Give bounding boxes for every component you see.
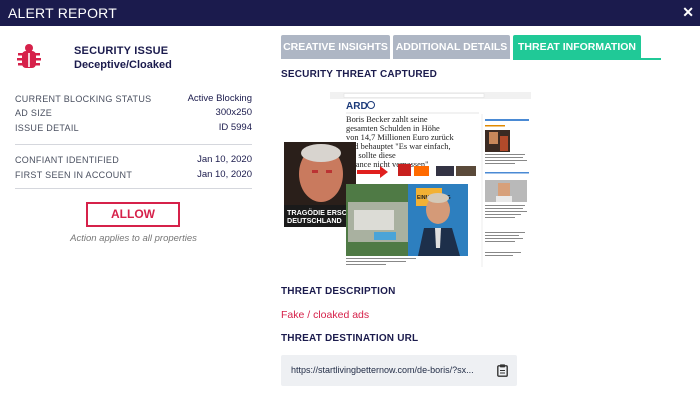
detail-value: 300x250 <box>215 107 252 118</box>
title-bar: ALERT REPORT ✕ <box>0 0 700 26</box>
active-tab-underline <box>513 58 661 60</box>
detail-value: ID 5994 <box>218 122 252 133</box>
threat-description-heading: THREAT DESCRIPTION <box>281 286 396 297</box>
svg-text:und behauptet "Es war einfach,: und behauptet "Es war einfach, <box>346 142 451 151</box>
date-value: Jan 10, 2020 <box>197 154 252 165</box>
tab-creative-insights[interactable]: CREATIVE INSIGHTS <box>281 35 390 59</box>
issue-subtitle: Deceptive/Cloaked <box>74 59 172 71</box>
threat-description: Fake / cloaked ads <box>281 309 370 321</box>
detail-label: AD SIZE <box>15 108 53 118</box>
detail-row-issue-detail: ISSUE DETAIL ID 5994 <box>15 121 252 135</box>
threat-captured-heading: SECURITY THREAT CAPTURED <box>281 69 438 80</box>
detail-label: CURRENT BLOCKING STATUS <box>15 94 152 104</box>
date-label: CONFIANT IDENTIFIED <box>15 155 120 165</box>
divider <box>15 188 252 189</box>
date-row-first-seen: FIRST SEEN IN ACCOUNT Jan 10, 2020 <box>15 168 252 182</box>
tab-threat-information[interactable]: THREAT INFORMATION <box>513 35 641 59</box>
detail-row-blocking-status: CURRENT BLOCKING STATUS Active Blocking <box>15 92 252 106</box>
screenshot-logo: ARD <box>346 101 368 112</box>
svg-text:von 14,7 Millionen Euro zurück: von 14,7 Millionen Euro zurück <box>346 133 455 142</box>
divider <box>15 144 252 145</box>
threat-url-box: https://startlivingbetternow.com/de-bori… <box>281 355 517 386</box>
threat-screenshot: ARD Boris Becker zahlt seine gesamten Sc… <box>284 92 531 274</box>
clipboard-icon[interactable] <box>497 364 508 377</box>
detail-row-ad-size: AD SIZE 300x250 <box>15 106 252 120</box>
threat-screenshot-art: ARD Boris Becker zahlt seine gesamten Sc… <box>284 92 531 274</box>
svg-text:gesamten Schulden in Höhe: gesamten Schulden in Höhe <box>346 124 440 133</box>
detail-label: ISSUE DETAIL <box>15 123 79 133</box>
threat-url-heading: THREAT DESTINATION URL <box>281 333 419 344</box>
issue-title: SECURITY ISSUE <box>74 45 169 57</box>
window-title: ALERT REPORT <box>8 5 117 21</box>
svg-text:Boris Becker zahlt seine: Boris Becker zahlt seine <box>346 115 428 124</box>
allow-note: Action applies to all properties <box>70 233 197 244</box>
date-value: Jan 10, 2020 <box>197 169 252 180</box>
allow-button[interactable]: ALLOW <box>86 202 180 227</box>
date-label: FIRST SEEN IN ACCOUNT <box>15 170 133 180</box>
date-row-confiant-identified: CONFIANT IDENTIFIED Jan 10, 2020 <box>15 153 252 167</box>
screenshot-caption-line2: DEUTSCHLAND <box>287 216 342 225</box>
detail-value: Active Blocking <box>187 93 252 104</box>
close-icon[interactable]: ✕ <box>682 4 694 21</box>
tab-additional-details[interactable]: ADDITIONAL DETAILS <box>393 35 510 59</box>
threat-url[interactable]: https://startlivingbetternow.com/de-bori… <box>291 365 474 375</box>
bug-icon <box>17 44 41 68</box>
